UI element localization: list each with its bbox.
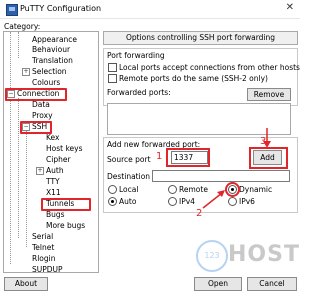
destination-input[interactable]: [152, 170, 290, 182]
tree-item-cipher[interactable]: Cipher: [46, 155, 71, 164]
tree-item-selection[interactable]: Selection: [32, 67, 67, 76]
radio-auto-label: Auto: [119, 197, 137, 206]
tree-item-translation[interactable]: Translation: [32, 56, 73, 65]
watermark-text: HOST: [228, 242, 300, 267]
forwarded-ports-label: Forwarded ports:: [107, 88, 171, 97]
category-tree[interactable]: Appearance Behaviour Translation + Selec…: [3, 31, 99, 273]
highlight-source-port: [166, 148, 210, 167]
highlight-connection: [5, 88, 67, 101]
radio-local-label: Local: [119, 185, 139, 194]
window-title: PuTTY Configuration: [20, 4, 102, 13]
radio-local[interactable]: [108, 185, 117, 194]
remote-ports-checkbox[interactable]: [108, 74, 117, 83]
arrow-to-add-icon: [263, 128, 271, 148]
radio-dynamic-label: Dynamic: [239, 185, 273, 194]
tree-item-appearance[interactable]: Appearance: [32, 35, 77, 44]
destination-label: Destination: [107, 172, 151, 181]
radio-remote[interactable]: [168, 185, 177, 194]
port-forwarding-label: Port forwarding: [107, 51, 165, 60]
close-icon[interactable]: ✕: [286, 2, 294, 13]
tree-item-colours[interactable]: Colours: [32, 78, 60, 87]
local-ports-checkbox[interactable]: [108, 63, 117, 72]
tree-item-data[interactable]: Data: [32, 100, 50, 109]
radio-ipv6-label: IPv6: [239, 197, 255, 206]
highlight-add-button: [249, 147, 288, 169]
tree-item-host-keys[interactable]: Host keys: [46, 144, 83, 153]
tree-item-behaviour[interactable]: Behaviour: [32, 45, 70, 54]
radio-ipv6[interactable]: [228, 197, 237, 206]
arrow-to-dynamic-icon: [202, 190, 225, 209]
category-label: Category:: [4, 22, 41, 31]
remote-ports-label: Remote ports do the same (SSH-2 only): [119, 74, 268, 83]
tree-item-bugs[interactable]: Bugs: [46, 210, 65, 219]
tree-item-rlogin[interactable]: Rlogin: [32, 254, 55, 263]
tree-item-telnet[interactable]: Telnet: [32, 243, 54, 252]
local-ports-label: Local ports accept connections from othe…: [119, 63, 300, 72]
watermark-badge: 123: [196, 240, 228, 272]
radio-auto[interactable]: [108, 197, 117, 206]
putty-icon: [6, 4, 18, 16]
remove-button[interactable]: Remove: [247, 88, 291, 101]
tree-item-kex[interactable]: Kex: [46, 133, 59, 142]
highlight-tunnels: [41, 198, 91, 211]
tree-item-x11[interactable]: X11: [46, 188, 61, 197]
title-bar: PuTTY Configuration ✕: [0, 0, 300, 19]
radio-ipv4[interactable]: [168, 197, 177, 206]
tree-item-serial[interactable]: Serial: [32, 232, 53, 241]
source-port-label: Source port: [107, 155, 151, 164]
panel-title: Options controlling SSH port forwarding: [103, 31, 298, 45]
tree-item-tty[interactable]: TTY: [46, 177, 60, 186]
watermark: 123 HOST: [196, 236, 300, 276]
highlight-ssh: [20, 121, 52, 134]
tree-item-proxy[interactable]: Proxy: [32, 111, 53, 120]
cancel-button[interactable]: Cancel: [247, 277, 297, 291]
tree-item-more-bugs[interactable]: More bugs: [46, 221, 85, 230]
about-button[interactable]: About: [4, 277, 48, 291]
radio-ipv4-label: IPv4: [179, 197, 195, 206]
tree-item-supdup[interactable]: SUPDUP: [32, 265, 63, 272]
expand-plus-icon[interactable]: +: [22, 68, 30, 76]
expand-plus-icon[interactable]: +: [36, 167, 44, 175]
open-button[interactable]: Open: [194, 277, 242, 291]
step-number-1: 1: [156, 151, 163, 162]
tree-item-auth[interactable]: Auth: [46, 166, 64, 175]
